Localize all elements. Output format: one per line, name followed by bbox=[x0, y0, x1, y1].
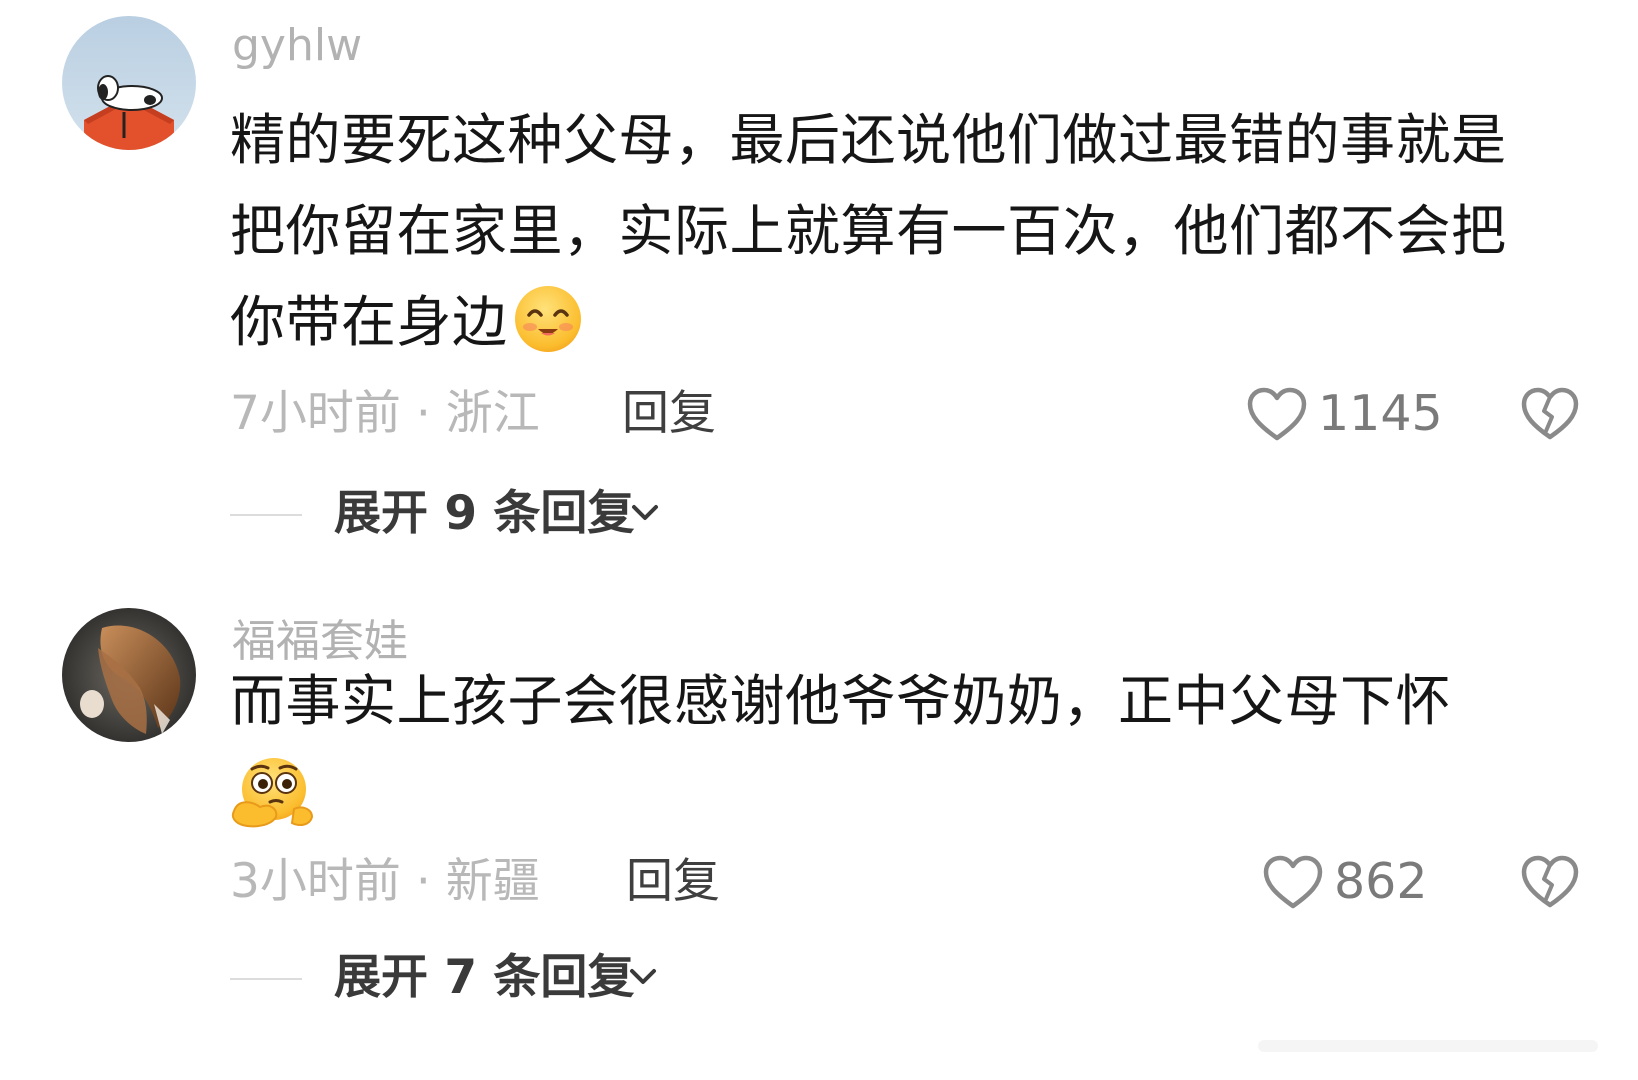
portrait-avatar-image bbox=[62, 608, 196, 742]
comment-text-line: 精的要死这种父母，最后还说他们做过最错的事就是 bbox=[230, 108, 1507, 172]
reply-button[interactable]: 回复 bbox=[622, 384, 716, 444]
comment-item: 福福套娃 而事实上孩子会很感谢他爷爷奶奶，正中父母下怀 3小时前 · 新疆 回复… bbox=[0, 590, 1638, 1080]
comment-text: 精的要死这种父母，最后还说他们做过最错的事就是 把你留在家里，实际上就算有一百次… bbox=[230, 95, 1600, 368]
comment-meta: 7小时前 · 浙江 回复 1145 bbox=[230, 384, 1610, 444]
expand-replies-label: 展开 7 条回复 bbox=[334, 950, 635, 1005]
broken-heart-icon[interactable] bbox=[1520, 387, 1580, 441]
heart-icon bbox=[1247, 387, 1307, 441]
smiling-face-emoji-icon bbox=[512, 283, 584, 382]
like-count: 1145 bbox=[1318, 385, 1443, 442]
timestamp-location: 7小时前 · 浙江 bbox=[230, 386, 540, 441]
divider-line bbox=[230, 978, 302, 980]
comment-item: gyhlw 精的要死这种父母，最后还说他们做过最错的事就是 把你留在家里，实际上… bbox=[0, 0, 1638, 560]
thinking-face-emoji-icon bbox=[230, 753, 316, 856]
chevron-down-icon bbox=[632, 505, 658, 520]
comment-text: 而事实上孩子会很感谢他爷爷奶奶，正中父母下怀 bbox=[230, 656, 1600, 838]
avatar[interactable] bbox=[62, 16, 196, 150]
timestamp-location: 3小时前 · 新疆 bbox=[230, 854, 540, 909]
divider-line bbox=[230, 514, 302, 516]
comment-text-line: 而事实上孩子会很感谢他爷爷奶奶，正中父母下怀 bbox=[230, 669, 1452, 733]
avatar[interactable] bbox=[62, 608, 196, 742]
comment-text-line: 你带在身边 bbox=[230, 290, 508, 354]
like-button[interactable]: 1145 bbox=[1246, 384, 1443, 444]
like-button[interactable]: 862 bbox=[1262, 852, 1428, 912]
comment-text-line: 把你留在家里，实际上就算有一百次，他们都不会把 bbox=[230, 199, 1507, 263]
expand-replies-button[interactable]: 展开 7 条回复 bbox=[230, 948, 730, 1008]
snoopy-avatar-image bbox=[62, 16, 196, 150]
username[interactable]: gyhlw bbox=[232, 24, 362, 68]
comment-list: gyhlw 精的要死这种父母，最后还说他们做过最错的事就是 把你留在家里，实际上… bbox=[0, 0, 1638, 1080]
chevron-down-icon bbox=[630, 969, 656, 984]
broken-heart-icon[interactable] bbox=[1520, 855, 1580, 909]
watermark-image bbox=[1258, 1040, 1598, 1052]
expand-replies-label: 展开 9 条回复 bbox=[334, 486, 635, 541]
comment-emoji-line bbox=[230, 747, 1600, 838]
reply-button[interactable]: 回复 bbox=[626, 852, 720, 912]
comment-meta: 3小时前 · 新疆 回复 862 bbox=[230, 852, 1610, 912]
heart-icon bbox=[1263, 855, 1323, 909]
expand-replies-button[interactable]: 展开 9 条回复 bbox=[230, 484, 730, 544]
comment-text-line-last: 你带在身边 bbox=[230, 277, 1600, 368]
like-count: 862 bbox=[1334, 853, 1428, 910]
